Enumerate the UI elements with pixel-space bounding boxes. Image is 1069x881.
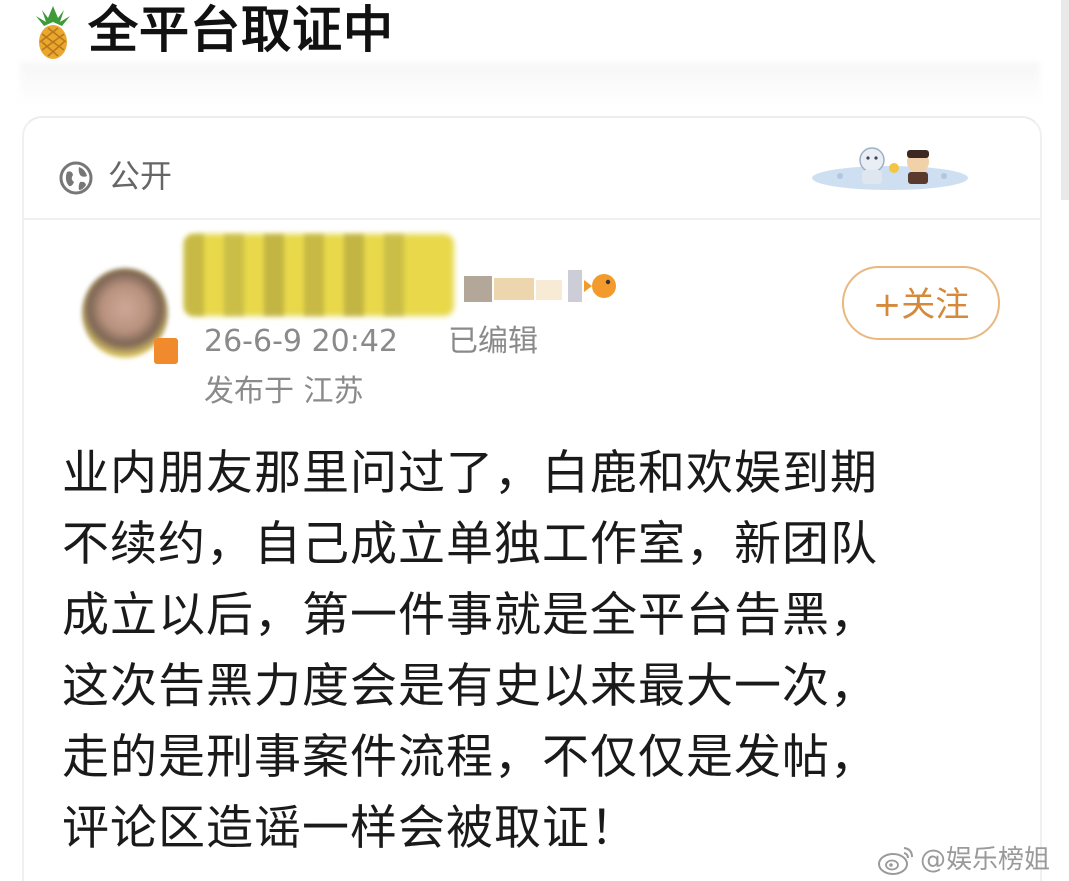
follow-button[interactable]: +关注 <box>842 266 1000 340</box>
scrollbar[interactable] <box>1061 0 1069 200</box>
globe-icon <box>59 161 93 195</box>
visibility-label: 公开 <box>108 157 173 195</box>
weibo-icon <box>878 847 913 875</box>
title-bar: 全平台取证中 <box>0 0 1069 110</box>
username-pixelation <box>184 234 454 316</box>
post-line: 这次告黑力度会是有史以来最大一次， <box>62 659 878 714</box>
post-timestamp: 26-6-9 20:42 <box>204 324 398 359</box>
post-card: 公开 26-6-9 20:42 已编辑 发布于 江苏 +关注 业内朋友那里问过了… <box>22 116 1042 881</box>
post-line: 成立以后，第一件事就是全平台告黑， <box>62 588 878 643</box>
post-body: 业内朋友那里问过了，白鹿和欢娱到期 不续约，自己成立单独工作室，新团队 成立以后… <box>62 438 1022 864</box>
author-row: 26-6-9 20:42 已编辑 发布于 江苏 +关注 <box>24 218 1040 418</box>
blurred-region <box>20 62 1040 108</box>
cartoon-sticker-icon <box>812 147 968 190</box>
visibility-row: 公开 <box>24 118 1040 220</box>
post-line: 走的是刑事案件流程，不仅仅是发帖， <box>62 730 878 785</box>
avatar[interactable] <box>72 258 178 368</box>
watermark-text: @娱乐榜姐 <box>920 845 1051 875</box>
edited-label: 已编辑 <box>448 324 538 359</box>
page-title: 全平台取证中 <box>88 1 394 59</box>
user-badges <box>464 270 616 302</box>
post-line: 不续约，自己成立单独工作室，新团队 <box>62 517 878 572</box>
post-line: 业内朋友那里问过了，白鹿和欢娱到期 <box>62 446 878 501</box>
pineapple-icon <box>36 6 70 59</box>
watermark: @娱乐榜姐 <box>876 842 1066 878</box>
verified-badge-icon <box>154 338 178 364</box>
post-location: 发布于 江苏 <box>204 374 364 409</box>
